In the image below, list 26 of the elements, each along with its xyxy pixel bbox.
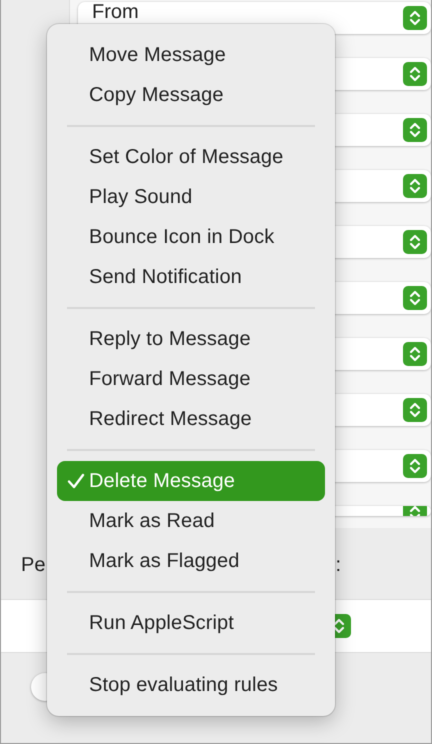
stepper-icon[interactable]	[403, 398, 427, 422]
menu-item[interactable]: Bounce Icon in Dock	[57, 217, 325, 257]
stepper-icon[interactable]	[403, 286, 427, 310]
menu-item[interactable]: Forward Message	[57, 359, 325, 399]
menu-item[interactable]: Run AppleScript	[57, 603, 325, 643]
menu-item[interactable]: Play Sound	[57, 177, 325, 217]
menu-item[interactable]: Delete Message	[57, 461, 325, 501]
label-text: :	[335, 554, 341, 577]
stepper-icon[interactable]	[403, 454, 427, 478]
field-value: From	[92, 2, 139, 23]
stepper-icon[interactable]	[403, 174, 427, 198]
menu-item[interactable]: Set Color of Message	[57, 137, 325, 177]
menu-item[interactable]: Copy Message	[57, 75, 325, 115]
menu-item[interactable]: Mark as Read	[57, 501, 325, 541]
menu-item[interactable]: Reply to Message	[57, 319, 325, 359]
menu-item[interactable]: Redirect Message	[57, 399, 325, 439]
label-text: Pe	[21, 554, 46, 577]
menu-item[interactable]: Send Notification	[57, 257, 325, 297]
stepper-icon[interactable]	[403, 62, 427, 86]
menu-item[interactable]: Move Message	[57, 35, 325, 75]
menu-item[interactable]: Stop evaluating rules	[57, 665, 325, 705]
menu-item[interactable]: Mark as Flagged	[57, 541, 325, 581]
stepper-icon[interactable]	[403, 342, 427, 366]
stepper-icon[interactable]	[403, 230, 427, 254]
stepper-icon[interactable]	[403, 118, 427, 142]
stepper-icon[interactable]	[403, 6, 427, 30]
